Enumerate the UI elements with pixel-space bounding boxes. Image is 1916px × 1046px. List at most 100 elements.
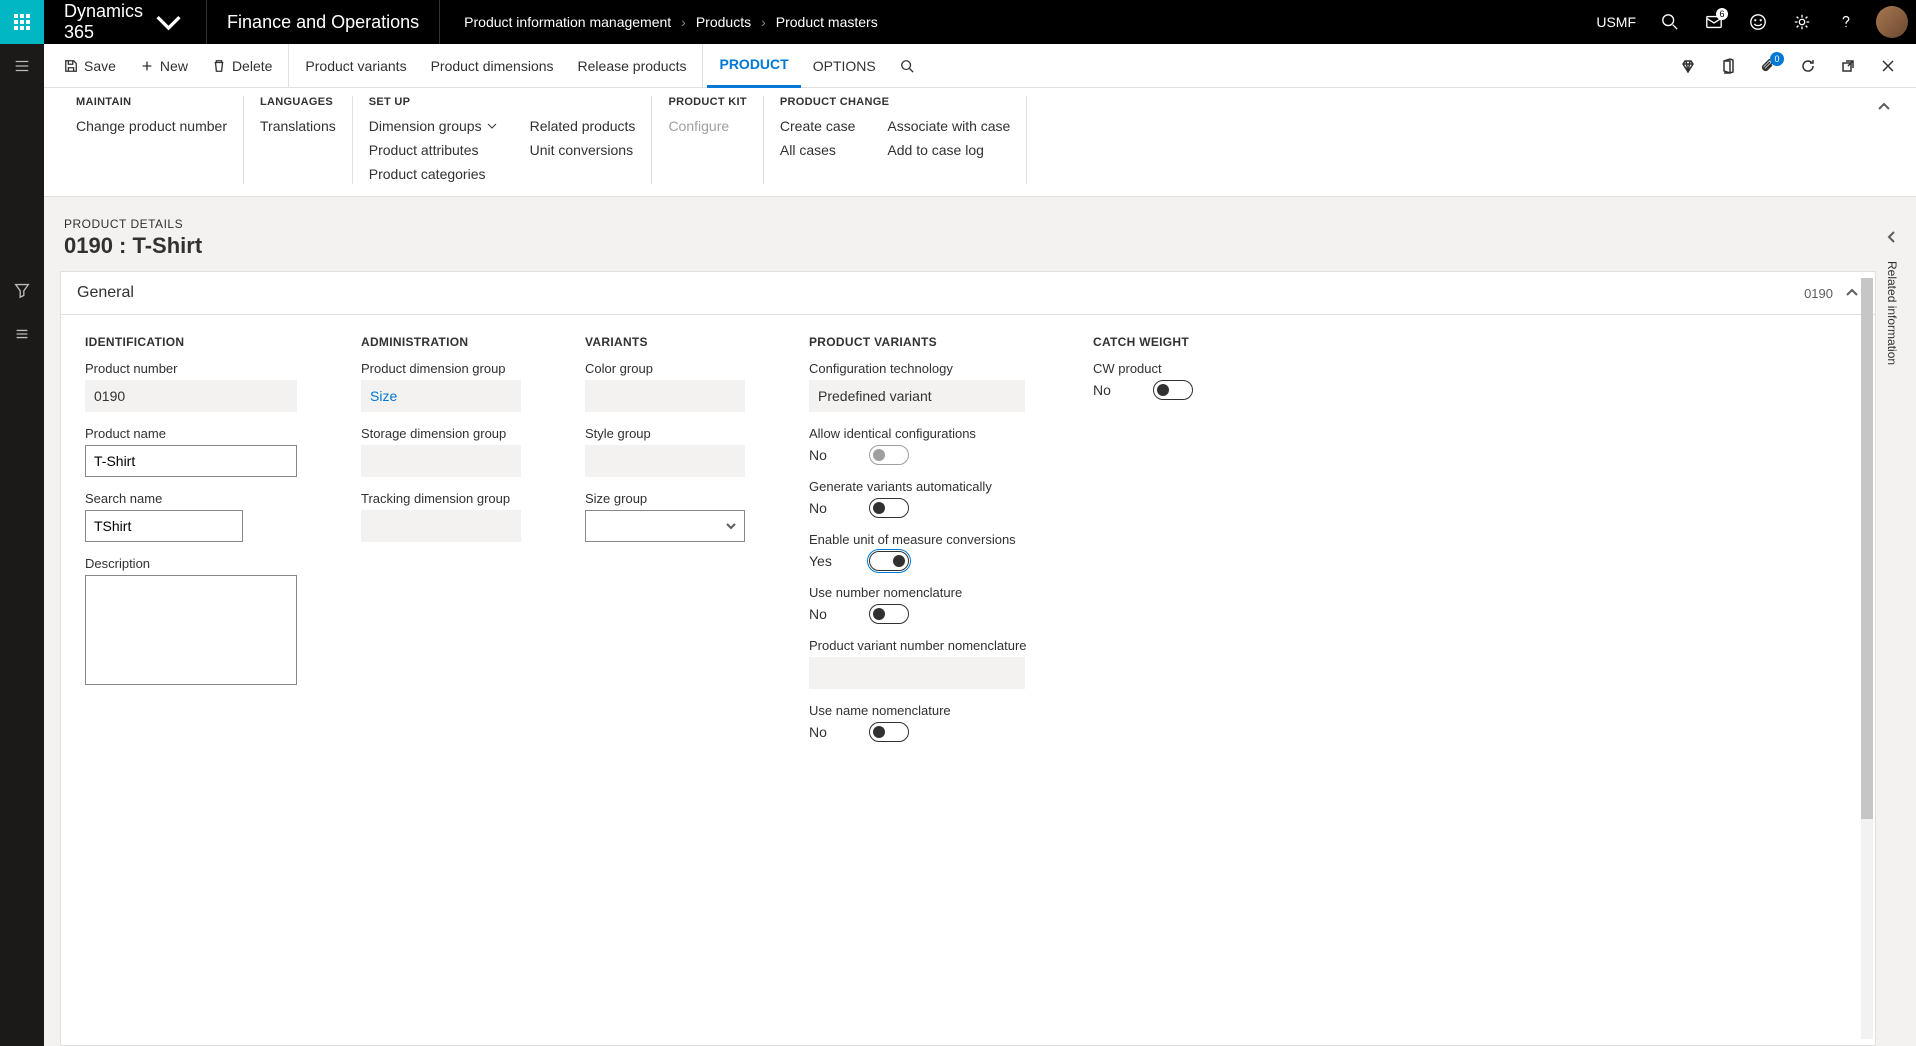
action-bar: Save New Delete Product variants Product… <box>44 44 1916 88</box>
brand-switcher[interactable]: Dynamics 365 <box>44 1 206 43</box>
action-bar-right: 0 <box>1668 44 1908 88</box>
attachments-button[interactable]: 0 <box>1748 44 1788 88</box>
save-label: Save <box>84 58 116 74</box>
description-input[interactable] <box>85 575 297 685</box>
breadcrumb-item[interactable]: Product information management <box>464 14 671 30</box>
link-add-to-case-log[interactable]: Add to case log <box>887 140 1010 160</box>
use-number-nomenclature-toggle[interactable] <box>869 604 909 624</box>
field-product-name: Product name <box>85 426 297 477</box>
close-button[interactable] <box>1868 44 1908 88</box>
action-release-products[interactable]: Release products <box>566 44 704 88</box>
chevron-left-icon <box>1885 230 1899 244</box>
help-button[interactable] <box>1824 0 1868 44</box>
generate-auto-toggle[interactable] <box>869 498 909 518</box>
new-button[interactable]: New <box>128 44 200 88</box>
refresh-button[interactable] <box>1788 44 1828 88</box>
refresh-icon <box>1800 58 1816 74</box>
new-label: New <box>160 58 188 74</box>
link-all-cases[interactable]: All cases <box>780 140 855 160</box>
nav-list[interactable] <box>0 312 44 356</box>
list-icon <box>13 325 31 343</box>
expand-related-pane[interactable] <box>1876 221 1908 253</box>
breadcrumb: Product information management › Product… <box>439 0 902 44</box>
color-group-value[interactable] <box>585 380 745 412</box>
nav-hamburger[interactable] <box>0 44 44 88</box>
attachments-badge: 0 <box>1770 52 1784 66</box>
link-unit-conversions[interactable]: Unit conversions <box>530 140 636 160</box>
office-button[interactable] <box>1708 44 1748 88</box>
link-associate-with-case[interactable]: Associate with case <box>887 116 1010 136</box>
link-product-categories[interactable]: Product categories <box>369 164 498 184</box>
link-change-product-number[interactable]: Change product number <box>76 116 227 136</box>
breadcrumb-item[interactable]: Products <box>696 14 751 30</box>
product-name-input[interactable] <box>85 445 297 477</box>
breadcrumb-item[interactable]: Product masters <box>776 14 878 30</box>
toggle-value: No <box>1093 382 1117 398</box>
chevron-right-icon: › <box>681 14 686 30</box>
waffle-icon <box>14 14 30 30</box>
action-product-variants[interactable]: Product variants <box>293 44 418 88</box>
personalize-button[interactable] <box>1668 44 1708 88</box>
cw-product-toggle[interactable] <box>1153 380 1193 400</box>
size-group-select[interactable] <box>585 510 745 542</box>
product-number-value[interactable]: 0190 <box>85 380 297 412</box>
filter-icon <box>13 281 31 299</box>
field-label: Description <box>85 556 297 571</box>
section-title: IDENTIFICATION <box>85 335 297 349</box>
field-label: Product variant number nomenclature <box>809 638 1029 653</box>
tab-product[interactable]: PRODUCT <box>707 44 800 88</box>
chevron-down-icon <box>151 4 186 39</box>
ribbon-collapse[interactable] <box>1868 96 1900 184</box>
ribbon-group-languages: LANGUAGES Translations <box>244 96 353 184</box>
link-create-case[interactable]: Create case <box>780 116 855 136</box>
chevron-down-icon <box>486 120 498 132</box>
search-icon <box>900 59 914 73</box>
product-dimension-group-value[interactable]: Size <box>361 380 521 412</box>
messages-button[interactable]: 6 <box>1692 0 1736 44</box>
field-label: CW product <box>1093 361 1233 376</box>
topbar-right: USMF 6 <box>1584 0 1916 44</box>
configuration-technology-value[interactable]: Predefined variant <box>809 380 1025 412</box>
link-related-products[interactable]: Related products <box>530 116 636 136</box>
popout-button[interactable] <box>1828 44 1868 88</box>
field-cw-product: CW product No <box>1093 361 1233 400</box>
delete-button[interactable]: Delete <box>200 44 289 88</box>
scrollbar-thumb[interactable] <box>1861 278 1873 819</box>
page-subtitle: PRODUCT DETAILS <box>64 217 1876 231</box>
link-dimension-groups[interactable]: Dimension groups <box>369 116 498 136</box>
chevron-up-icon <box>1877 100 1891 114</box>
delete-label: Delete <box>232 58 272 74</box>
ribbon: MAINTAIN Change product number LANGUAGES… <box>44 88 1916 197</box>
action-search[interactable] <box>888 44 926 88</box>
field-label: Use name nomenclature <box>809 703 1029 718</box>
link-product-attributes[interactable]: Product attributes <box>369 140 498 160</box>
trash-icon <box>212 59 226 73</box>
enable-uom-toggle[interactable] <box>869 551 909 571</box>
settings-button[interactable] <box>1780 0 1824 44</box>
app-launcher[interactable] <box>0 0 44 44</box>
user-avatar[interactable] <box>1876 6 1908 38</box>
style-group-value[interactable] <box>585 445 745 477</box>
storage-dimension-group-value[interactable] <box>361 445 521 477</box>
fasttab-general-header[interactable]: General 0190 <box>61 272 1875 315</box>
nav-filter[interactable] <box>0 268 44 312</box>
field-label: Storage dimension group <box>361 426 521 441</box>
field-label: Generate variants automatically <box>809 479 1029 494</box>
use-name-nomenclature-toggle[interactable] <box>869 722 909 742</box>
message-badge: 6 <box>1716 8 1728 20</box>
link-label: Dimension groups <box>369 118 482 134</box>
search-name-input[interactable] <box>85 510 243 542</box>
related-information-label[interactable]: Related information <box>1885 261 1899 365</box>
tab-options[interactable]: OPTIONS <box>801 44 888 88</box>
field-search-name: Search name <box>85 491 297 542</box>
link-translations[interactable]: Translations <box>260 116 336 136</box>
tracking-dimension-group-value[interactable] <box>361 510 521 542</box>
action-product-dimensions[interactable]: Product dimensions <box>419 44 566 88</box>
company-label[interactable]: USMF <box>1584 14 1648 30</box>
ribbon-title: LANGUAGES <box>260 96 336 108</box>
variant-number-nomenclature-value[interactable] <box>809 657 1025 689</box>
feedback-button[interactable] <box>1736 0 1780 44</box>
content-area: PRODUCT DETAILS 0190 : T-Shirt General 0… <box>44 197 1916 1046</box>
search-button[interactable] <box>1648 0 1692 44</box>
save-button[interactable]: Save <box>52 44 128 88</box>
